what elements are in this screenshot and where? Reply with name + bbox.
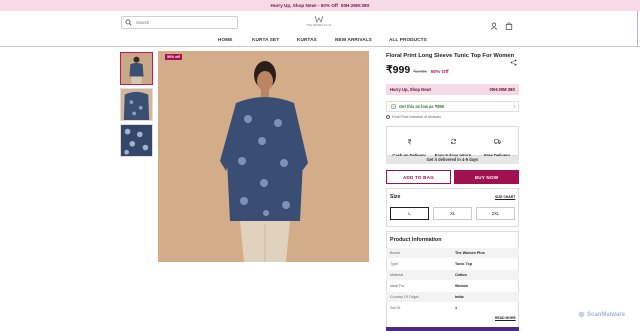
main-nav: HOME KURTA SET KURTAS NEW ARRIVALS ALL P… bbox=[0, 33, 640, 45]
feature-return[interactable]: Easy 5 days return bbox=[431, 132, 475, 158]
final-price-text: Final Price Inclusive of all taxes bbox=[392, 115, 441, 119]
product-main-image[interactable] bbox=[158, 51, 369, 262]
final-price-note: Final Price Inclusive of all taxes bbox=[386, 115, 441, 119]
info-key: Brand bbox=[390, 251, 400, 255]
size-label: Size bbox=[390, 194, 401, 200]
search-input[interactable] bbox=[136, 20, 236, 25]
offer-tag-icon bbox=[391, 104, 396, 109]
hurry-timer: 00H:29M:39S bbox=[489, 87, 515, 92]
announcement-text: Hurry Up, Shop Now! - 50% Off bbox=[270, 3, 338, 8]
info-value: The Women Plus bbox=[455, 251, 485, 255]
info-key: Set Of bbox=[390, 306, 401, 310]
thumbnail-2[interactable] bbox=[120, 88, 153, 121]
info-value: India bbox=[455, 295, 464, 299]
price-row: ₹999 ₹1,995 50% Off bbox=[386, 64, 449, 76]
hurry-text: Hurry Up, Shop Now! bbox=[390, 87, 432, 92]
header: THE WOMEN PLUS bbox=[0, 11, 640, 32]
info-row: Brand The Women Plus bbox=[386, 248, 519, 258]
size-option-l[interactable]: L bbox=[390, 207, 429, 220]
info-row: Type Tunic Top bbox=[386, 259, 519, 269]
info-key: Ideal For bbox=[390, 284, 405, 288]
size-chart-link[interactable]: SIZE CHART bbox=[495, 195, 515, 199]
info-key: Country Of Origin bbox=[390, 295, 419, 299]
nav-kurta-set[interactable]: KURTA SET bbox=[252, 37, 279, 42]
share-icon[interactable] bbox=[510, 53, 517, 66]
account-icon[interactable] bbox=[490, 17, 498, 30]
add-to-bag-button[interactable]: ADD TO BAG bbox=[386, 170, 451, 184]
chevron-right-icon: › bbox=[513, 103, 515, 110]
read-more-link[interactable]: READ MORE bbox=[495, 316, 516, 320]
watermark-text: ScanMalware bbox=[587, 311, 626, 318]
hurry-banner: Hurry Up, Shop Now! 00H:29M:39S bbox=[386, 84, 519, 95]
watermark: ScanMalware bbox=[578, 311, 625, 318]
announcement-bar: Hurry Up, Shop Now! - 50% Off 00H:29M:39… bbox=[0, 0, 640, 11]
mrp-price: ₹1,995 bbox=[413, 69, 427, 74]
info-row: Set Of 1 bbox=[386, 303, 519, 313]
info-icon bbox=[386, 115, 390, 119]
return-icon bbox=[450, 138, 456, 145]
size-option-xl[interactable]: XL bbox=[433, 207, 472, 220]
truck-icon bbox=[493, 139, 501, 145]
thumbnail-3[interactable] bbox=[120, 124, 153, 157]
search-box[interactable] bbox=[121, 16, 238, 29]
bottom-bar bbox=[386, 327, 519, 331]
nav-home[interactable]: HOME bbox=[218, 37, 232, 42]
thumbnail-1[interactable] bbox=[120, 52, 153, 85]
offer-row[interactable]: Get this as low as ₹850 › bbox=[386, 101, 519, 112]
info-value: Cotton bbox=[455, 273, 467, 277]
rupee-icon bbox=[407, 139, 411, 145]
nav-kurtas[interactable]: KURTAS bbox=[297, 37, 317, 42]
info-row: Ideal For Women bbox=[386, 281, 519, 291]
info-row: Material Cotton bbox=[386, 270, 519, 280]
info-value: Women bbox=[455, 284, 469, 288]
buy-now-button[interactable]: BUY NOW bbox=[454, 170, 519, 184]
discount-badge: 50% off bbox=[165, 54, 182, 60]
product-title: Floral Print Long Sleeve Tunic Top For W… bbox=[386, 53, 515, 59]
info-key: Material bbox=[390, 273, 404, 277]
info-key: Type bbox=[390, 262, 398, 266]
bag-icon[interactable] bbox=[505, 17, 513, 30]
nav-divider bbox=[0, 46, 640, 47]
shield-icon bbox=[578, 311, 585, 318]
feature-cod: Cash on Delivery bbox=[387, 132, 431, 158]
size-option-2xl[interactable]: 2XL bbox=[476, 207, 515, 220]
info-value: 1 bbox=[455, 306, 458, 310]
delivery-estimate: Get it delivered in 4-9 days bbox=[386, 156, 519, 164]
offer-text: Get this as low as ₹850 bbox=[399, 104, 445, 109]
logo-mark-icon bbox=[314, 15, 324, 23]
info-row: Country Of Origin India bbox=[386, 292, 519, 302]
product-info-title: Product Information bbox=[390, 237, 442, 243]
nav-all-products[interactable]: ALL PRODUCTS bbox=[389, 37, 427, 42]
feature-delivery: Free Delivery bbox=[475, 132, 519, 158]
info-value: Tunic Top bbox=[455, 262, 473, 266]
features-box: Cash on Delivery Easy 5 days return Free… bbox=[386, 126, 519, 158]
announcement-timer: 00H:29M:39S bbox=[340, 3, 370, 8]
nav-new-arrivals[interactable]: NEW ARRIVALS bbox=[335, 37, 372, 42]
search-icon bbox=[125, 19, 132, 26]
brand-logo[interactable]: THE WOMEN PLUS bbox=[307, 15, 331, 30]
discount-label: 50% Off bbox=[430, 70, 449, 75]
sale-price: ₹999 bbox=[386, 64, 411, 76]
logo-text: THE WOMEN PLUS bbox=[306, 24, 332, 27]
